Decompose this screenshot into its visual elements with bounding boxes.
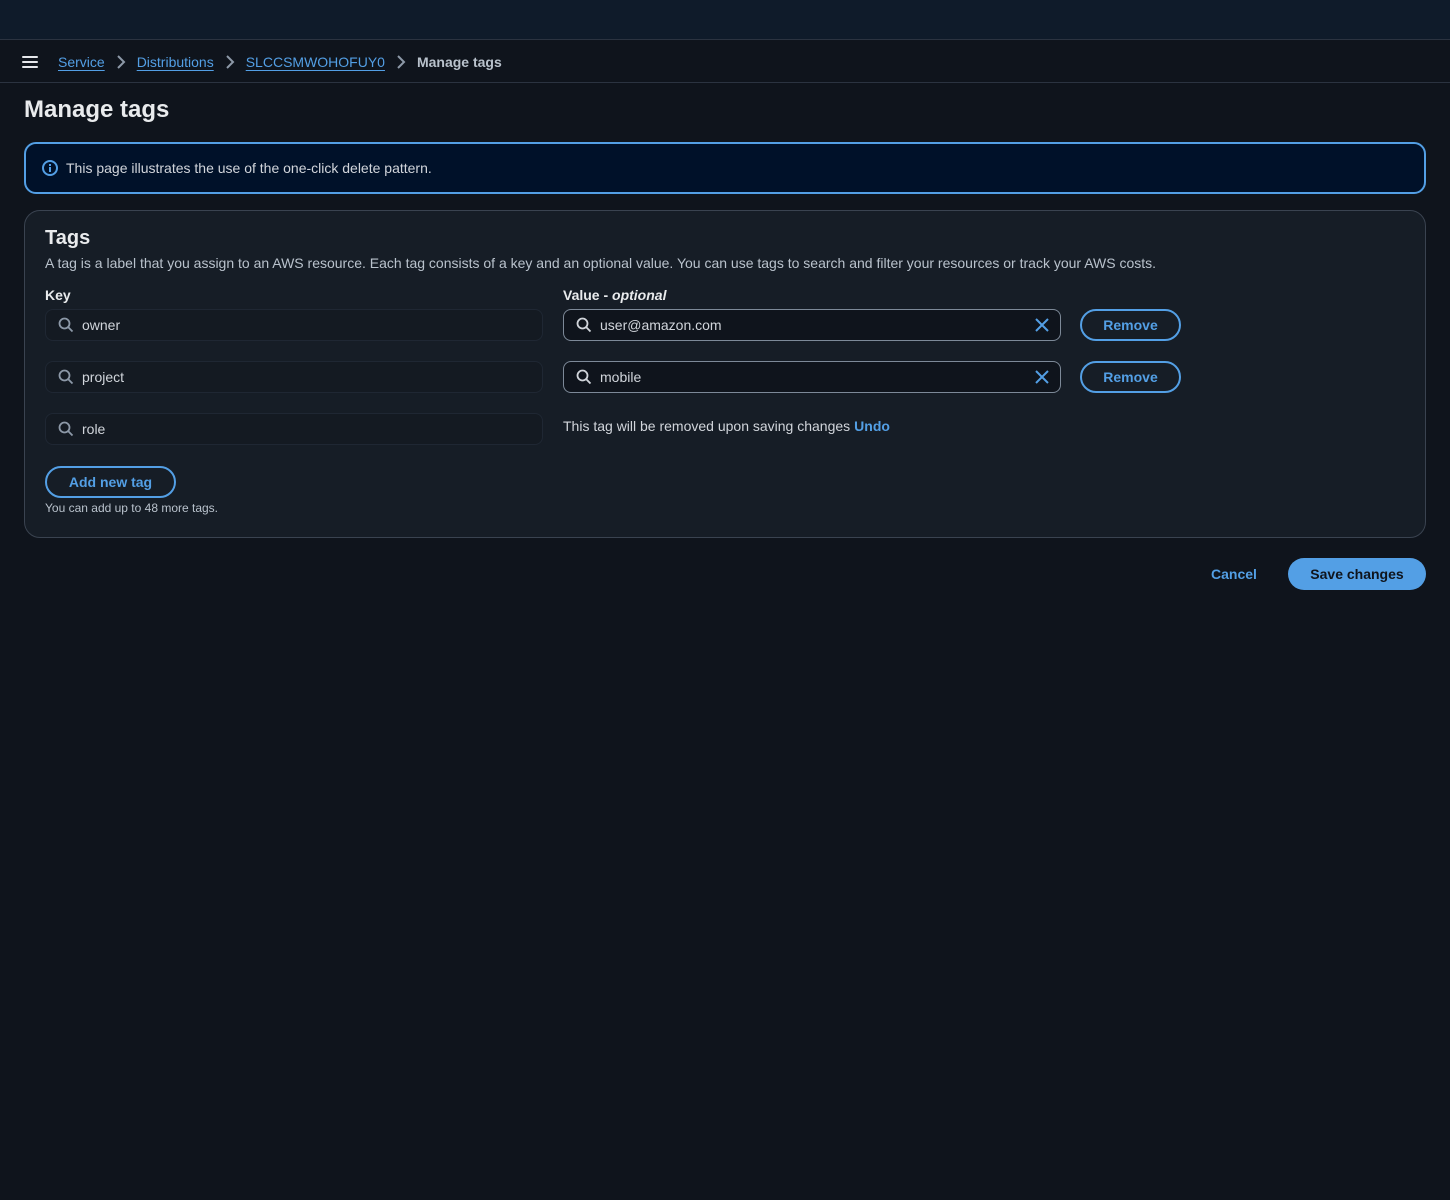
tag-value-input[interactable]: mobile bbox=[563, 361, 1061, 393]
tags-title: Tags bbox=[45, 227, 91, 249]
undo-link[interactable]: Undo bbox=[854, 418, 890, 434]
search-icon bbox=[576, 369, 592, 385]
alert-text: This page illustrates the use of the one… bbox=[66, 160, 432, 176]
add-new-tag-button[interactable]: Add new tag bbox=[45, 466, 176, 498]
breadcrumb: Service Distributions SLCCSMWOHOFUY0 Man… bbox=[0, 41, 1450, 83]
tag-value-text: mobile bbox=[600, 369, 642, 385]
tag-key-value: project bbox=[82, 369, 125, 385]
tag-key-value: owner bbox=[82, 317, 121, 333]
remove-tag-button[interactable]: Remove bbox=[1080, 309, 1181, 341]
tag-key-input[interactable]: role bbox=[45, 413, 543, 445]
breadcrumb-distribution-id[interactable]: SLCCSMWOHOFUY0 bbox=[246, 54, 385, 70]
chevron-right-icon bbox=[105, 54, 137, 69]
save-changes-button[interactable]: Save changes bbox=[1288, 558, 1426, 590]
tags-description: A tag is a label that you assign to an A… bbox=[45, 255, 1157, 271]
remove-tag-button[interactable]: Remove bbox=[1080, 361, 1181, 393]
chevron-right-icon bbox=[385, 54, 417, 69]
breadcrumb-current: Manage tags bbox=[416, 53, 502, 70]
clear-icon[interactable] bbox=[1034, 317, 1050, 333]
search-icon bbox=[58, 317, 74, 333]
tags-panel: Tags A tag is a label that you assign to… bbox=[24, 210, 1426, 538]
tag-key-input[interactable]: project bbox=[45, 361, 543, 393]
key-column-label: Key bbox=[45, 287, 71, 303]
cancel-button[interactable]: Cancel bbox=[1198, 558, 1270, 590]
clear-icon[interactable] bbox=[1034, 369, 1050, 385]
value-column-label: Value - optional bbox=[563, 287, 667, 303]
tag-value-input[interactable]: user@amazon.com bbox=[563, 309, 1061, 341]
info-alert: This page illustrates the use of the one… bbox=[24, 142, 1426, 194]
tag-key-input[interactable]: owner bbox=[45, 309, 543, 341]
top-navigation-bar bbox=[0, 0, 1450, 40]
tags-limit-hint: You can add up to 48 more tags. bbox=[45, 501, 219, 515]
search-icon bbox=[58, 421, 74, 437]
breadcrumb-service[interactable]: Service bbox=[58, 54, 105, 70]
breadcrumb-distributions[interactable]: Distributions bbox=[137, 54, 214, 70]
page-title: Manage tags bbox=[24, 96, 170, 123]
info-icon bbox=[42, 160, 58, 176]
search-icon bbox=[58, 369, 74, 385]
tag-removed-message: This tag will be removed upon saving cha… bbox=[563, 418, 890, 434]
hamburger-menu-icon[interactable] bbox=[22, 53, 40, 71]
tag-value-text: user@amazon.com bbox=[600, 317, 722, 333]
search-icon bbox=[576, 317, 592, 333]
chevron-right-icon bbox=[214, 54, 246, 69]
tag-key-value: role bbox=[82, 421, 106, 437]
